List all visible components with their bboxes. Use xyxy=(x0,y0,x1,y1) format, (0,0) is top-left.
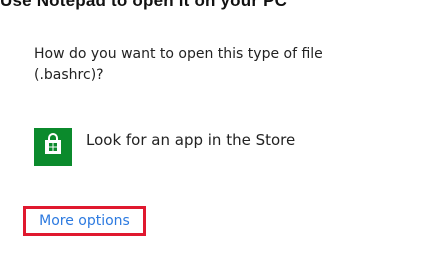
store-bag-icon xyxy=(41,133,65,161)
open-with-question: How do you want to open this type of fil… xyxy=(34,46,323,83)
cropped-heading: Use Notepad to open it on your PC xyxy=(0,0,288,10)
store-option[interactable]: Look for an app in the Store xyxy=(34,128,295,166)
more-options-label: More options xyxy=(39,213,130,229)
store-tile xyxy=(34,128,72,166)
more-options-link[interactable]: More options xyxy=(23,206,146,236)
store-option-label: Look for an app in the Store xyxy=(86,131,296,149)
